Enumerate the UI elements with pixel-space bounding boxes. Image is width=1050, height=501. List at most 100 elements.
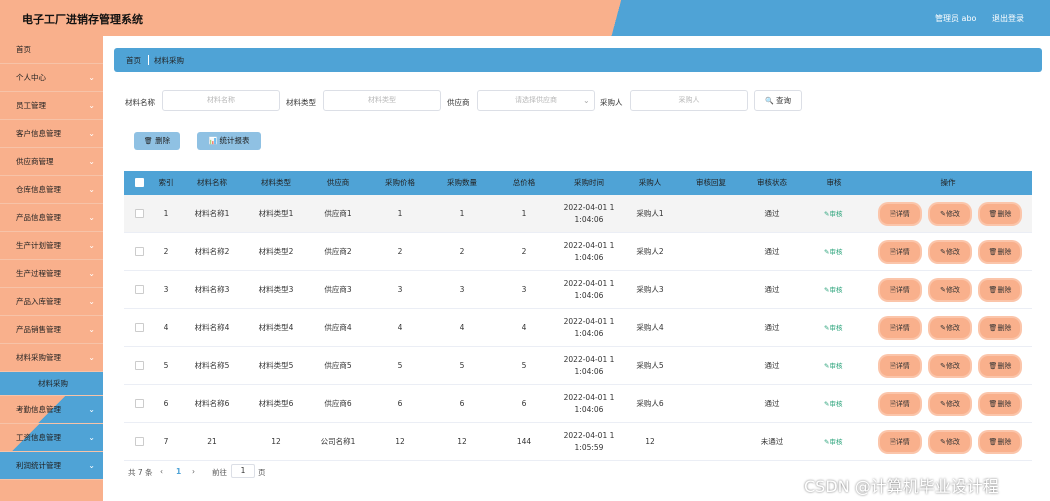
cell-time-line2: 1:04:06 — [574, 405, 604, 414]
cell-status: 通过 — [764, 323, 780, 332]
detail-button[interactable]: 🗎详情 — [880, 318, 920, 338]
edit-label: 修改 — [945, 438, 960, 446]
sidebar-item-supplier[interactable]: 供应商管理 ⌄ — [0, 148, 103, 176]
logout-link[interactable]: 退出登录 — [992, 13, 1024, 24]
prev-page-button[interactable]: ‹ — [160, 467, 163, 476]
sidebar-item-stock-in[interactable]: 产品入库管理 ⌄ — [0, 288, 103, 316]
sidebar-item-staff[interactable]: 员工管理 ⌄ — [0, 92, 103, 120]
cell-material-type: 材料类型1 — [258, 209, 294, 218]
delete-button[interactable]: 🗑删除 — [980, 432, 1020, 452]
delete-button[interactable]: 🗑删除 — [980, 394, 1020, 414]
edit-button[interactable]: ✎修改 — [930, 242, 970, 262]
next-page-button[interactable]: › — [192, 467, 195, 476]
cell-buyer: 12 — [645, 437, 655, 446]
bulk-delete-button[interactable]: 🗑 删除 — [134, 132, 180, 150]
detail-button[interactable]: 🗎详情 — [880, 432, 920, 452]
edit-button[interactable]: ✎修改 — [930, 318, 970, 338]
cell-index: 1 — [163, 209, 169, 218]
row-checkbox[interactable] — [135, 285, 144, 294]
sidebar-item-attendance[interactable]: 考勤信息管理 ⌄ — [0, 396, 103, 424]
table-row[interactable]: 6 材料名称6 材料类型6 供应商6 6 6 6 采购人6 通过 2022-04-01 1 1:04… — [124, 385, 1032, 423]
sidebar-item-process[interactable]: 生产过程管理 ⌄ — [0, 260, 103, 288]
audit-link[interactable]: ✎审核 — [824, 271, 842, 309]
cell-material-name: 21 — [207, 437, 217, 446]
col-status: 审核状态 — [757, 178, 787, 187]
sidebar-item-purchase[interactable]: 材料采购管理 ⌄ — [0, 344, 103, 372]
row-checkbox[interactable] — [135, 437, 144, 446]
row-checkbox[interactable] — [135, 361, 144, 370]
detail-button[interactable]: 🗎详情 — [880, 204, 920, 224]
col-material-type: 材料类型 — [261, 178, 291, 187]
delete-button[interactable]: 🗑删除 — [980, 318, 1020, 338]
cell-reply — [680, 271, 742, 309]
detail-button[interactable]: 🗎详情 — [880, 242, 920, 262]
sidebar-subitem-material-purchase[interactable]: 材料采购 — [0, 372, 103, 396]
chevron-down-icon: ⌄ — [88, 101, 95, 110]
edit-button[interactable]: ✎修改 — [930, 356, 970, 376]
table-row[interactable]: 1 材料名称1 材料类型1 供应商1 1 1 1 采购人1 通过 2022-04-01 1 1:04… — [124, 195, 1032, 233]
cell-time-line2: 1:04:06 — [574, 367, 604, 376]
goto-page-input[interactable]: 1 — [231, 464, 255, 478]
buyer-input[interactable]: 采购人 — [630, 90, 748, 111]
table-row[interactable]: 3 材料名称3 材料类型3 供应商3 3 3 3 采购人3 通过 2022-04-01 1 1:04… — [124, 271, 1032, 309]
cell-supplier: 供应商1 — [324, 209, 352, 218]
supplier-select[interactable]: 请选择供应商 — [477, 90, 595, 111]
audit-link[interactable]: ✎审核 — [824, 385, 842, 423]
sidebar-item-salary[interactable]: 工资信息管理 ⌄ — [0, 424, 103, 452]
edit-button[interactable]: ✎修改 — [930, 432, 970, 452]
edit-button[interactable]: ✎修改 — [930, 280, 970, 300]
sidebar-item-sales[interactable]: 产品销售管理 ⌄ — [0, 316, 103, 344]
cell-time: 2022-04-01 1 1:04:06 — [554, 195, 624, 233]
material-name-input[interactable]: 材料名称 — [162, 90, 280, 111]
sidebar-item-product[interactable]: 产品信息管理 ⌄ — [0, 204, 103, 232]
table-row[interactable]: 5 材料名称5 材料类型5 供应商5 5 5 5 采购人5 通过 2022-04-01 1 1:04… — [124, 347, 1032, 385]
sidebar-item-label: 客户信息管理 — [16, 129, 61, 138]
cell-material-name: 材料名称6 — [194, 399, 230, 408]
delete-button[interactable]: 🗑删除 — [980, 204, 1020, 224]
audit-link[interactable]: ✎审核 — [824, 309, 842, 347]
cell-material-name: 材料名称2 — [194, 247, 230, 256]
cell-time-line2: 1:04:06 — [574, 215, 604, 224]
audit-link[interactable]: ✎审核 — [824, 195, 842, 233]
report-button[interactable]: 📊 统计报表 — [197, 132, 261, 150]
delete-button[interactable]: 🗑删除 — [980, 356, 1020, 376]
audit-link[interactable]: ✎审核 — [824, 423, 842, 461]
sidebar-item-plan[interactable]: 生产计划管理 ⌄ — [0, 232, 103, 260]
table-row[interactable]: 7 21 12 公司名称1 12 12 144 12 未通过 2022-04-01 1 1:05:5… — [124, 423, 1032, 461]
sidebar-item-personal[interactable]: 个人中心 ⌄ — [0, 64, 103, 92]
audit-label: 审核 — [829, 248, 843, 256]
audit-link[interactable]: ✎审核 — [824, 347, 842, 385]
chevron-down-icon: ⌄ — [88, 269, 95, 278]
row-checkbox[interactable] — [135, 247, 144, 256]
material-type-input[interactable]: 材料类型 — [323, 90, 441, 111]
sidebar-item-customer[interactable]: 客户信息管理 ⌄ — [0, 120, 103, 148]
detail-label: 详情 — [895, 210, 910, 218]
table-row[interactable]: 2 材料名称2 材料类型2 供应商2 2 2 2 采购人2 通过 2022-04-01 1 1:04… — [124, 233, 1032, 271]
select-all-checkbox[interactable] — [135, 178, 144, 187]
edit-button[interactable]: ✎修改 — [930, 204, 970, 224]
row-checkbox[interactable] — [135, 399, 144, 408]
sidebar-item-home[interactable]: 首页 — [0, 36, 103, 64]
detail-label: 详情 — [895, 362, 910, 370]
audit-link[interactable]: ✎审核 — [824, 233, 842, 271]
query-button[interactable]: 🔍 查询 — [754, 90, 802, 111]
sidebar-item-profit[interactable]: 利润统计管理 ⌄ — [0, 452, 103, 480]
table-row[interactable]: 4 材料名称4 材料类型4 供应商4 4 4 4 采购人4 通过 2022-04-01 1 1:04… — [124, 309, 1032, 347]
page-number[interactable]: 1 — [176, 467, 181, 476]
detail-label: 详情 — [895, 324, 910, 332]
detail-button[interactable]: 🗎详情 — [880, 356, 920, 376]
col-time: 采购时间 — [574, 178, 604, 187]
delete-button[interactable]: 🗑删除 — [980, 242, 1020, 262]
breadcrumb-home[interactable]: 首页 — [126, 55, 141, 66]
row-checkbox[interactable] — [135, 209, 144, 218]
sidebar-item-label: 个人中心 — [16, 73, 46, 82]
edit-button[interactable]: ✎修改 — [930, 394, 970, 414]
sidebar-item-warehouse[interactable]: 仓库信息管理 ⌄ — [0, 176, 103, 204]
breadcrumb: 首页 材料采购 — [114, 48, 1042, 72]
detail-button[interactable]: 🗎详情 — [880, 394, 920, 414]
sidebar-item-label: 仓库信息管理 — [16, 185, 61, 194]
detail-button[interactable]: 🗎详情 — [880, 280, 920, 300]
row-checkbox[interactable] — [135, 323, 144, 332]
delete-button[interactable]: 🗑删除 — [980, 280, 1020, 300]
delete-label: 删除 — [997, 400, 1012, 408]
